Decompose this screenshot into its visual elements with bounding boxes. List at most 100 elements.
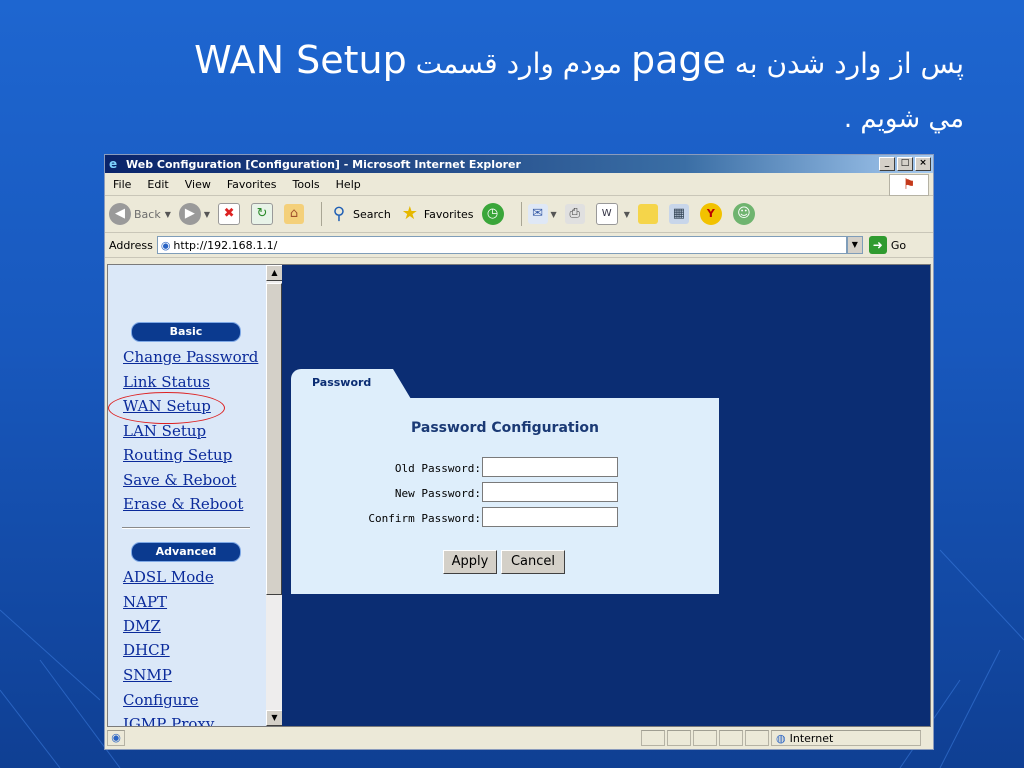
nav-dhcp[interactable]: DHCP	[123, 641, 170, 659]
back-button[interactable]: ◀ Back ▼	[109, 203, 171, 225]
search-label: Search	[353, 207, 391, 221]
nav-routing-setup[interactable]: Routing Setup	[123, 446, 232, 464]
menu-edit[interactable]: Edit	[139, 178, 176, 191]
password-tab[interactable]: Password	[291, 369, 411, 399]
scroll-down-button[interactable]: ▼	[266, 710, 283, 726]
edit-button[interactable]: W ▼	[595, 203, 630, 225]
scroll-up-button[interactable]: ▲	[266, 265, 283, 281]
heading-word-wan: WAN Setup	[194, 38, 407, 82]
cancel-button[interactable]: Cancel	[501, 550, 565, 574]
old-password-row: Old Password:	[291, 457, 719, 479]
page-content: Basic Change Password Link Status WAN Se…	[107, 264, 931, 727]
nav-frame: Basic Change Password Link Status WAN Se…	[108, 265, 266, 726]
nav-igmp-proxy[interactable]: IGMP Proxy	[123, 715, 214, 726]
apply-button[interactable]: Apply	[443, 550, 497, 574]
globe-icon: ◍	[776, 731, 786, 745]
nav-adsl-mode[interactable]: ADSL Mode	[123, 568, 214, 586]
status-text-area	[127, 730, 639, 746]
history-button[interactable]: ◷	[481, 203, 507, 225]
old-password-field[interactable]	[482, 457, 618, 477]
slide-heading-line1: پس از وارد شدن به page مودم وارد قسمت WA…	[64, 36, 964, 88]
yahoo-messenger-icon: Y	[699, 203, 722, 225]
new-password-row: New Password:	[291, 482, 719, 504]
menu-view[interactable]: View	[177, 178, 219, 191]
menu-tools[interactable]: Tools	[285, 178, 328, 191]
mail-dropdown-icon: ▼	[550, 209, 557, 219]
scroll-thumb[interactable]	[266, 283, 282, 595]
address-dropdown-button[interactable]: ▼	[846, 236, 863, 254]
status-cell	[667, 730, 691, 746]
maximize-button[interactable]: □	[897, 157, 913, 171]
new-password-label: New Password:	[394, 487, 481, 500]
confirm-password-row: Confirm Password:	[291, 507, 719, 529]
mail-button[interactable]: ✉ ▼	[527, 204, 557, 224]
status-cell	[641, 730, 665, 746]
basic-section-header: Basic	[131, 322, 241, 342]
star-icon: ★	[401, 203, 418, 224]
home-button[interactable]: ⌂	[284, 204, 307, 224]
menu-help[interactable]: Help	[328, 178, 369, 191]
stop-button[interactable]: ✖	[218, 203, 243, 225]
toolbar-separator	[520, 202, 522, 226]
address-input[interactable]: ◉ http://192.168.1.1/	[156, 236, 847, 254]
menu-file[interactable]: File	[105, 178, 139, 191]
forward-button[interactable]: ▶ ▼	[178, 203, 211, 225]
back-label: Back	[134, 207, 161, 221]
minimize-button[interactable]: _	[879, 157, 895, 171]
print-button[interactable]: ⎙	[564, 204, 588, 224]
address-label: Address	[109, 238, 153, 252]
nav-configure[interactable]: Configure	[123, 691, 198, 709]
close-button[interactable]: ×	[915, 157, 931, 171]
search-button[interactable]: ⚲ Search	[328, 203, 391, 225]
heading-prefix: پس از وارد شدن به	[734, 47, 964, 80]
password-panel: Password Configuration Old Password: New…	[291, 398, 719, 594]
yahoo-button[interactable]: Y	[699, 203, 725, 225]
nav-change-password[interactable]: Change Password	[123, 348, 258, 366]
ie-logo-icon: e	[109, 156, 118, 171]
old-password-label: Old Password:	[394, 462, 481, 475]
forward-arrow-icon: ▶	[178, 203, 201, 225]
refresh-button[interactable]: ↻	[251, 203, 276, 225]
refresh-icon: ↻	[251, 203, 274, 225]
password-tab-label: Password	[312, 376, 372, 389]
messenger-button[interactable]: ☺	[732, 203, 758, 225]
heading-word-page: page	[630, 38, 726, 82]
window-titlebar: e Web Configuration [Configuration] - Mi…	[105, 155, 933, 173]
mail-icon: ✉	[527, 204, 548, 224]
heading-mid: مودم وارد قسمت	[415, 47, 623, 80]
menu-favorites[interactable]: Favorites	[219, 178, 285, 191]
go-label: Go	[890, 238, 907, 252]
discuss-button[interactable]	[637, 204, 661, 224]
edit-dropdown-icon: ▼	[623, 209, 630, 219]
standard-toolbar: ◀ Back ▼ ▶ ▼ ✖ ↻ ⌂ ⚲ Search ★ Favorites …	[105, 196, 933, 233]
main-frame: Password Password Configuration Old Pass…	[282, 265, 930, 726]
security-zone: ◍ Internet	[771, 730, 921, 746]
nav-snmp[interactable]: SNMP	[123, 666, 172, 684]
windows-flag-icon: ⚑	[889, 174, 929, 196]
status-cell	[745, 730, 769, 746]
confirm-password-field[interactable]	[482, 507, 618, 527]
status-bar: ◉ ◍ Internet	[107, 729, 931, 747]
forward-dropdown-icon: ▼	[203, 209, 211, 219]
back-dropdown-icon: ▼	[164, 209, 171, 219]
page-status-icon: ◉	[107, 730, 125, 746]
nav-save-reboot[interactable]: Save & Reboot	[123, 471, 236, 489]
slide-heading: پس از وارد شدن به page مودم وارد قسمت WA…	[64, 36, 964, 142]
favorites-button[interactable]: ★ Favorites	[399, 203, 474, 225]
nav-dmz[interactable]: DMZ	[123, 617, 161, 635]
search-icon: ⚲	[332, 204, 346, 224]
menu-bar: File Edit View Favorites Tools Help ⚑	[105, 173, 933, 196]
nav-link-status[interactable]: Link Status	[123, 373, 210, 391]
browser-window: e Web Configuration [Configuration] - Mi…	[104, 154, 934, 750]
nav-lan-setup[interactable]: LAN Setup	[123, 422, 206, 440]
go-button[interactable]: ➜ Go	[868, 236, 907, 254]
favorites-label: Favorites	[423, 207, 474, 221]
research-button[interactable]: ▦	[668, 204, 692, 224]
new-password-field[interactable]	[482, 482, 618, 502]
page-icon: ◉	[160, 238, 171, 252]
nav-napt[interactable]: NAPT	[123, 593, 167, 611]
nav-erase-reboot[interactable]: Erase & Reboot	[123, 495, 243, 513]
toolbar-separator	[321, 202, 323, 226]
nav-scrollbar[interactable]: ▲ ▼	[266, 265, 283, 726]
status-cell	[719, 730, 743, 746]
